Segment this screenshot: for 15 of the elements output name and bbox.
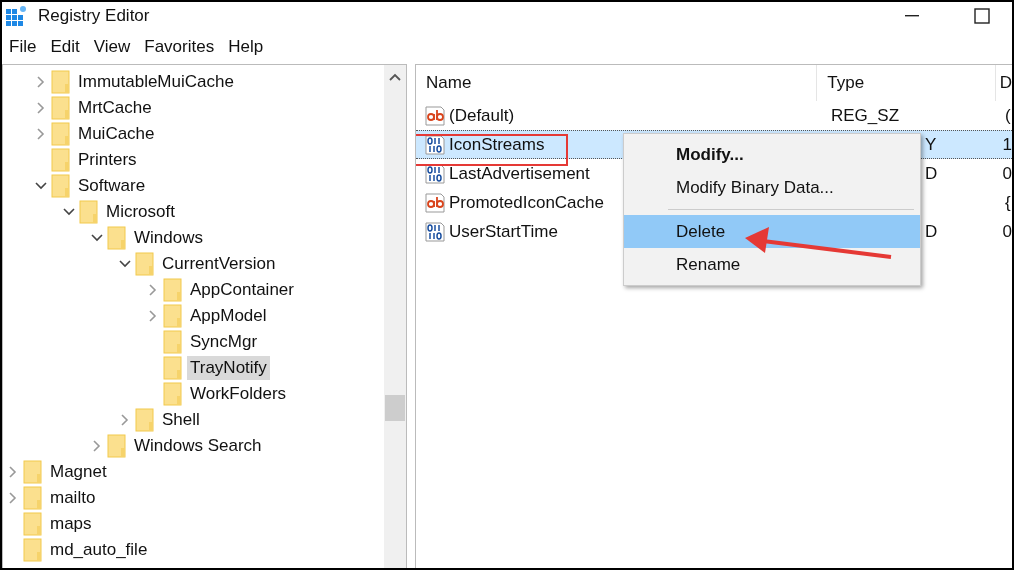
value-name: (Default) [449,105,515,126]
value-name: LastAdvertisement [449,163,590,184]
value-type: D [924,221,938,241]
value-name: PromotedIconCache [449,192,604,213]
value-type: REG_SZ [831,105,900,125]
value-type: Y [924,134,937,154]
value-data: 0 [1002,221,1012,241]
window-title: Registry Editor [38,6,150,26]
value-name: UserStartTime [449,221,558,242]
value-data: { [1005,192,1011,212]
value-name: IconStreams [449,134,545,155]
value-type: D [924,163,938,183]
value-data: 0 [1002,163,1012,183]
value-data: ( [1005,105,1011,125]
value-data: 1 [1002,134,1012,154]
